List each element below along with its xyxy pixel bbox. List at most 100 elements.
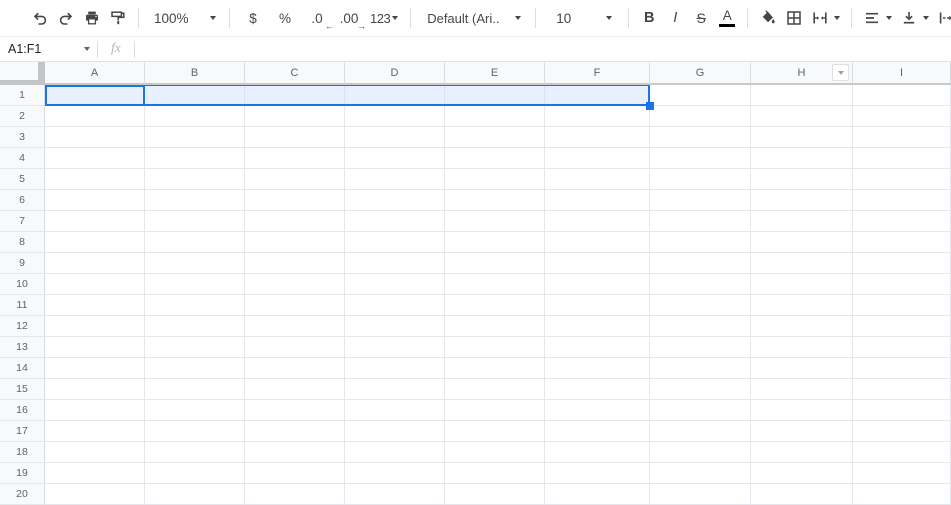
cell-B19[interactable] — [145, 463, 245, 484]
cell-B15[interactable] — [145, 379, 245, 400]
cell-A4[interactable] — [45, 148, 145, 169]
cell-F8[interactable] — [545, 232, 650, 253]
row-header-11[interactable]: 11 — [0, 295, 45, 316]
row-header-15[interactable]: 15 — [0, 379, 45, 400]
cell-E6[interactable] — [445, 190, 545, 211]
cell-C20[interactable] — [245, 484, 345, 505]
cell-D2[interactable] — [345, 106, 445, 127]
fill-handle[interactable] — [646, 102, 654, 110]
cell-C9[interactable] — [245, 253, 345, 274]
cell-I9[interactable] — [853, 253, 951, 274]
cell-D9[interactable] — [345, 253, 445, 274]
cell-G20[interactable] — [650, 484, 751, 505]
cell-D16[interactable] — [345, 400, 445, 421]
cell-D1[interactable] — [345, 85, 445, 106]
row-header-3[interactable]: 3 — [0, 127, 45, 148]
cell-H16[interactable] — [751, 400, 853, 421]
cell-C18[interactable] — [245, 442, 345, 463]
row-header-14[interactable]: 14 — [0, 358, 45, 379]
cell-H12[interactable] — [751, 316, 853, 337]
row-header-2[interactable]: 2 — [0, 106, 45, 127]
column-header-H[interactable]: H — [751, 62, 853, 85]
italic-button[interactable]: I — [662, 4, 688, 32]
row-header-7[interactable]: 7 — [0, 211, 45, 232]
cell-H4[interactable] — [751, 148, 853, 169]
column-header-G[interactable]: G — [650, 62, 751, 85]
cell-D12[interactable] — [345, 316, 445, 337]
bold-button[interactable]: B — [636, 4, 662, 32]
row-header-1[interactable]: 1 — [0, 85, 45, 106]
cell-G5[interactable] — [650, 169, 751, 190]
cell-C5[interactable] — [245, 169, 345, 190]
horizontal-align-button[interactable] — [859, 4, 896, 32]
cell-B20[interactable] — [145, 484, 245, 505]
cell-D17[interactable] — [345, 421, 445, 442]
row-header-8[interactable]: 8 — [0, 232, 45, 253]
cell-I13[interactable] — [853, 337, 951, 358]
cell-I8[interactable] — [853, 232, 951, 253]
cell-F17[interactable] — [545, 421, 650, 442]
cell-D10[interactable] — [345, 274, 445, 295]
cell-I2[interactable] — [853, 106, 951, 127]
cell-G1[interactable] — [650, 85, 751, 106]
cell-H6[interactable] — [751, 190, 853, 211]
cell-E7[interactable] — [445, 211, 545, 232]
cell-H10[interactable] — [751, 274, 853, 295]
cell-B8[interactable] — [145, 232, 245, 253]
cell-D15[interactable] — [345, 379, 445, 400]
cell-G16[interactable] — [650, 400, 751, 421]
cell-D7[interactable] — [345, 211, 445, 232]
text-color-button[interactable]: A — [714, 4, 740, 32]
cell-F1[interactable] — [545, 85, 650, 106]
cell-I7[interactable] — [853, 211, 951, 232]
cell-B1[interactable] — [145, 85, 245, 106]
borders-button[interactable] — [781, 4, 807, 32]
cell-A18[interactable] — [45, 442, 145, 463]
cell-G14[interactable] — [650, 358, 751, 379]
cell-F18[interactable] — [545, 442, 650, 463]
cell-C15[interactable] — [245, 379, 345, 400]
cell-F14[interactable] — [545, 358, 650, 379]
more-formats-button[interactable]: 123 — [365, 4, 403, 32]
format-currency-button[interactable]: $ — [237, 4, 269, 32]
cell-G11[interactable] — [650, 295, 751, 316]
cell-E5[interactable] — [445, 169, 545, 190]
cell-I10[interactable] — [853, 274, 951, 295]
cell-H7[interactable] — [751, 211, 853, 232]
cell-A1[interactable] — [45, 85, 145, 106]
format-percent-button[interactable]: % — [269, 4, 301, 32]
cell-H20[interactable] — [751, 484, 853, 505]
cell-C11[interactable] — [245, 295, 345, 316]
column-header-E[interactable]: E — [445, 62, 545, 85]
cell-D6[interactable] — [345, 190, 445, 211]
column-header-D[interactable]: D — [345, 62, 445, 85]
cell-D20[interactable] — [345, 484, 445, 505]
cell-F5[interactable] — [545, 169, 650, 190]
cell-C2[interactable] — [245, 106, 345, 127]
cell-F20[interactable] — [545, 484, 650, 505]
cell-A11[interactable] — [45, 295, 145, 316]
cell-E20[interactable] — [445, 484, 545, 505]
row-header-16[interactable]: 16 — [0, 400, 45, 421]
cell-B7[interactable] — [145, 211, 245, 232]
cell-B16[interactable] — [145, 400, 245, 421]
cell-I16[interactable] — [853, 400, 951, 421]
cell-C3[interactable] — [245, 127, 345, 148]
row-header-19[interactable]: 19 — [0, 463, 45, 484]
row-header-20[interactable]: 20 — [0, 484, 45, 505]
cell-F16[interactable] — [545, 400, 650, 421]
cell-F6[interactable] — [545, 190, 650, 211]
cell-F11[interactable] — [545, 295, 650, 316]
cell-G8[interactable] — [650, 232, 751, 253]
text-wrapping-button[interactable] — [933, 4, 951, 32]
cell-I11[interactable] — [853, 295, 951, 316]
increase-decimal-button[interactable]: .00 → — [333, 4, 365, 32]
name-box[interactable]: A1:F1 — [0, 37, 97, 61]
cell-B3[interactable] — [145, 127, 245, 148]
cell-H18[interactable] — [751, 442, 853, 463]
row-header-18[interactable]: 18 — [0, 442, 45, 463]
cell-H3[interactable] — [751, 127, 853, 148]
cell-I4[interactable] — [853, 148, 951, 169]
chevron-down-icon[interactable] — [84, 47, 90, 51]
cell-B6[interactable] — [145, 190, 245, 211]
